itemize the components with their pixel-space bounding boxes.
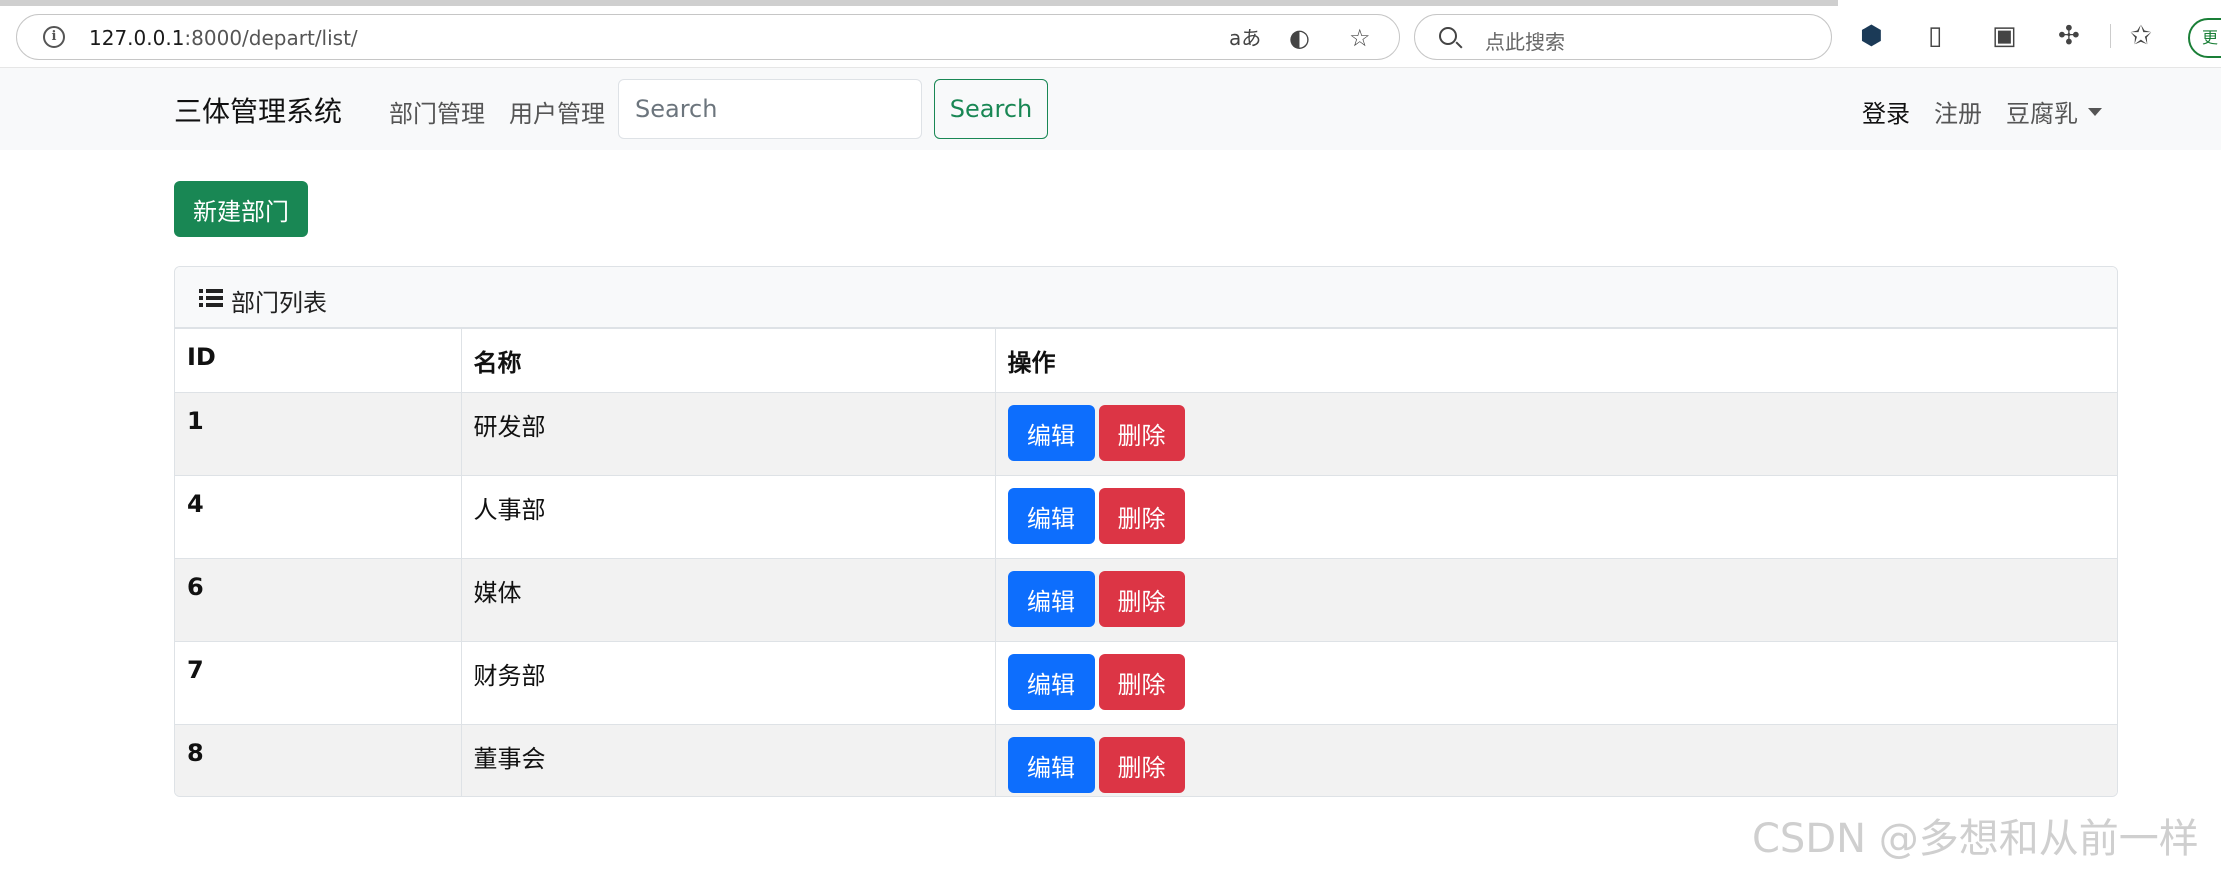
- navbar: 三体管理系统 部门管理 用户管理 Search 登录 注册 豆腐乳: [0, 68, 2221, 150]
- row-actions: 编辑 删除: [995, 724, 2117, 796]
- row-name: 财务部: [461, 641, 996, 725]
- browser-search-placeholder: 点此搜索: [1485, 30, 1565, 54]
- table-header-row: ID 名称 操作: [175, 329, 2117, 393]
- split-screen-icon[interactable]: ▣: [1992, 22, 2017, 50]
- extension-hexagon-icon[interactable]: ⬢: [1860, 22, 1883, 50]
- row-actions: 编辑 删除: [995, 641, 2117, 725]
- browser-toolbar: i 127.0.0.1:8000/depart/list/ aあ ◐ ☆ 点此搜…: [0, 0, 2221, 68]
- login-link[interactable]: 登录: [1862, 94, 1910, 129]
- row-name: 研发部: [461, 392, 996, 476]
- table-row: 4 人事部 编辑 删除: [175, 475, 2117, 559]
- table-row: 8 董事会 编辑 删除: [175, 724, 2117, 796]
- delete-button[interactable]: 删除: [1098, 571, 1185, 627]
- user-dropdown[interactable]: 豆腐乳: [2006, 94, 2102, 129]
- list-icon: [199, 289, 223, 307]
- search-icon: [1439, 27, 1457, 45]
- update-button[interactable]: 更: [2188, 18, 2221, 58]
- browser-search-box[interactable]: 点此搜索: [1414, 14, 1832, 60]
- search-button[interactable]: Search: [934, 79, 1048, 139]
- delete-button[interactable]: 删除: [1098, 405, 1185, 461]
- favorite-star-icon[interactable]: ☆: [1349, 24, 1371, 52]
- brand[interactable]: 三体管理系统: [174, 90, 342, 130]
- edit-button[interactable]: 编辑: [1007, 405, 1095, 461]
- csdn-watermark: CSDN @多想和从前一样: [1752, 816, 2199, 862]
- card-header: 部门列表: [175, 267, 2117, 329]
- address-bar[interactable]: i 127.0.0.1:8000/depart/list/ aあ ◐ ☆: [16, 14, 1400, 60]
- delete-button[interactable]: 删除: [1098, 654, 1185, 710]
- register-link[interactable]: 注册: [1934, 94, 1982, 129]
- row-id: 4: [175, 475, 462, 559]
- caret-down-icon: [2088, 108, 2102, 116]
- edit-button[interactable]: 编辑: [1007, 488, 1095, 544]
- add-department-button[interactable]: 新建部门: [174, 181, 308, 237]
- row-name: 媒体: [461, 558, 996, 642]
- nav-link-departments[interactable]: 部门管理: [389, 94, 485, 129]
- row-actions: 编辑 删除: [995, 475, 2117, 559]
- edit-button[interactable]: 编辑: [1007, 571, 1095, 627]
- edit-button[interactable]: 编辑: [1007, 654, 1095, 710]
- row-id: 7: [175, 641, 462, 725]
- delete-button[interactable]: 删除: [1098, 488, 1185, 544]
- column-header-id: ID: [175, 329, 462, 393]
- edge-icon[interactable]: ◐: [1289, 24, 1310, 52]
- read-aloud-icon[interactable]: aあ: [1229, 24, 1261, 52]
- table-row: 1 研发部 编辑 删除: [175, 392, 2117, 476]
- row-actions: 编辑 删除: [995, 392, 2117, 476]
- department-table: ID 名称 操作 1 研发部 编辑 删除 4 人事部 编辑 删除 6 媒体 编辑…: [175, 329, 2117, 796]
- row-name: 人事部: [461, 475, 996, 559]
- delete-button[interactable]: 删除: [1098, 737, 1185, 793]
- row-id: 8: [175, 724, 462, 796]
- column-header-name: 名称: [461, 329, 996, 393]
- row-name: 董事会: [461, 724, 996, 796]
- edit-button[interactable]: 编辑: [1007, 737, 1095, 793]
- site-info-icon[interactable]: i: [43, 26, 65, 48]
- table-row: 7 财务部 编辑 删除: [175, 641, 2117, 725]
- user-name: 豆腐乳: [2006, 100, 2078, 128]
- document-icon[interactable]: ▯: [1928, 22, 1942, 50]
- row-id: 1: [175, 392, 462, 476]
- card-title: 部门列表: [231, 289, 327, 317]
- table-row: 6 媒体 编辑 删除: [175, 558, 2117, 642]
- toolbar-divider: [2110, 24, 2111, 48]
- column-header-actions: 操作: [995, 329, 2117, 393]
- row-actions: 编辑 删除: [995, 558, 2117, 642]
- url-text[interactable]: 127.0.0.1:8000/depart/list/: [89, 26, 358, 50]
- department-card: 部门列表 ID 名称 操作 1 研发部 编辑 删除 4 人事部 编辑 删除 6 …: [174, 266, 2118, 797]
- nav-link-users[interactable]: 用户管理: [509, 94, 605, 129]
- search-input[interactable]: [618, 79, 922, 139]
- puzzle-extensions-icon[interactable]: ✣: [2058, 22, 2080, 50]
- row-id: 6: [175, 558, 462, 642]
- tab-strip: [0, 0, 1838, 6]
- favorites-icon[interactable]: ✩: [2130, 22, 2152, 50]
